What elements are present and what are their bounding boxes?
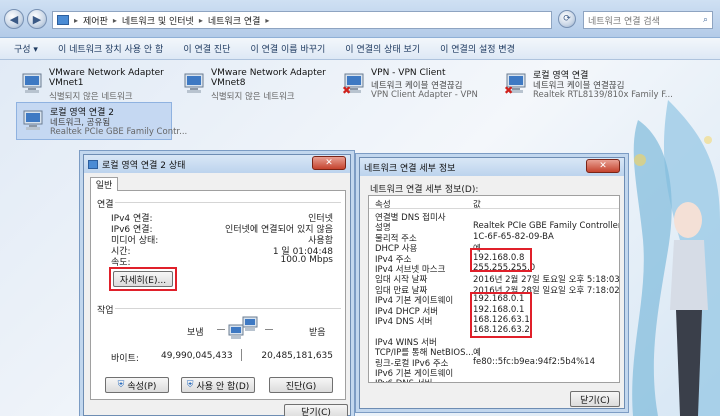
detail-value: fe80::5fc:b9ea:94f2:5b4%14 <box>473 356 595 367</box>
disable-device-button[interactable]: 이 네트워크 장치 사용 안 함 <box>58 42 163 55</box>
dialog-title: 로컬 영역 연결 2 상태 <box>102 160 186 171</box>
detail-property: IPv6 DNS 서버 <box>375 377 432 382</box>
breadcrumb-item[interactable]: 네트워크 연결 <box>208 14 261 27</box>
rename-connection-button[interactable]: 이 연결 이름 바꾸기 <box>250 42 325 55</box>
speed-value: 100.0 Mbps <box>280 255 333 265</box>
adapter-device: Realtek RTL8139/810x Family F... <box>533 90 673 100</box>
close-icon[interactable]: ✕ <box>312 156 346 170</box>
bytes-label: 바이트: <box>111 354 139 364</box>
command-bar: 구성 ▾ 이 네트워크 장치 사용 안 함 이 연결 진단 이 연결 이름 바꾸… <box>0 38 720 60</box>
chevron-right-icon: ▸ <box>74 15 79 25</box>
shield-icon: ⛨ <box>186 380 194 390</box>
shield-icon: ⛨ <box>117 380 125 390</box>
chevron-right-icon: ▸ <box>198 15 203 25</box>
disconnected-icon: ✖ <box>504 84 514 97</box>
back-button[interactable]: ◀ <box>4 9 24 29</box>
diagnose-connection-button[interactable]: 이 연결 진단 <box>183 42 230 55</box>
dialog-titlebar: 로컬 영역 연결 2 상태 <box>84 155 350 173</box>
adapter-vmnet8[interactable]: VMware Network Adapter VMnet8 식별되지 않은 네트… <box>178 66 338 104</box>
status-close-button[interactable]: 닫기(C) <box>284 404 348 416</box>
bytes-sent-value: 49,990,045,433 <box>161 351 233 361</box>
tab-general[interactable]: 일반 <box>90 177 118 191</box>
chevron-right-icon: ▸ <box>265 15 270 25</box>
view-status-button[interactable]: 이 연결의 상태 보기 <box>345 42 420 55</box>
adapter-vpn[interactable]: ✖ VPN - VPN Client 네트워크 케이블 연결끊김 VPN Cli… <box>338 66 498 104</box>
details-close-button[interactable]: 닫기(C) <box>570 391 620 407</box>
wallpaper-character-art <box>632 100 720 416</box>
column-header-value[interactable]: 값 <box>473 198 481 210</box>
disable-button[interactable]: ⛨ 사용 안 함(D) <box>181 377 255 393</box>
network-adapter-icon <box>22 73 42 93</box>
adapter-device: Realtek PCIe GBE Family Contr... <box>50 127 188 137</box>
change-settings-button[interactable]: 이 연결의 설정 변경 <box>440 42 515 55</box>
details-subtitle: 네트워크 연결 세부 정보(D): <box>370 185 479 195</box>
diagnose-button[interactable]: 진단(G) <box>269 377 333 393</box>
sent-label: 보냄 <box>187 328 204 338</box>
search-placeholder: 네트워크 연결 검색 <box>588 16 660 27</box>
network-folder-icon <box>57 15 69 25</box>
activity-section-label: 작업 <box>97 306 114 316</box>
dialog-titlebar: 네트워크 연결 세부 정보 <box>360 158 624 176</box>
network-status-icon <box>88 159 98 169</box>
general-tab-panel: 연결 IPv4 연결: 인터넷 IPv6 연결: 인터넷에 연결되어 있지 않음… <box>90 190 346 400</box>
forward-button[interactable]: ▶ <box>27 9 47 29</box>
column-header-property[interactable]: 속성 <box>375 198 391 210</box>
adapter-status: 식별되지 않은 네트워크 <box>211 92 295 102</box>
refresh-button[interactable]: ⟳ <box>558 10 576 28</box>
detail-property: IPv4 DNS 서버 <box>375 317 433 327</box>
breadcrumb-item[interactable]: 네트워크 및 인터넷 <box>122 14 194 27</box>
breadcrumb[interactable]: ▸ 제어판 ▸ 네트워크 및 인터넷 ▸ 네트워크 연결 ▸ <box>52 11 552 29</box>
adapter-local-area-connection[interactable]: ✖ 로컬 영역 연결 네트워크 케이블 연결끊김 Realtek RTL8139… <box>500 66 673 104</box>
properties-button[interactable]: ⛨ 속성(P) <box>105 377 169 393</box>
address-bar: ◀ ▶ ▸ 제어판 ▸ 네트워크 및 인터넷 ▸ 네트워크 연결 ▸ ⟳ 네트워… <box>0 0 720 38</box>
detail-value: Realtek PCIe GBE Family Controller <box>473 221 620 232</box>
adapter-status: 식별되지 않은 네트워크 <box>49 92 133 102</box>
section-divider <box>115 202 341 203</box>
close-icon[interactable]: ✕ <box>586 159 620 173</box>
details-list[interactable]: 속성 값 연결별 DNS 접미사 설명 Realtek PCIe GBE Famil… <box>368 195 620 383</box>
connection-section-label: 연결 <box>97 200 114 210</box>
section-divider <box>115 308 341 309</box>
adapter-name: VMware Network Adapter VMnet1 <box>49 68 164 88</box>
adapter-name: VPN - VPN Client <box>371 68 446 78</box>
bytes-divider <box>241 349 242 361</box>
dialog-title: 네트워크 연결 세부 정보 <box>364 163 456 174</box>
highlight-box <box>109 267 177 291</box>
disconnected-icon: ✖ <box>342 84 352 97</box>
breadcrumb-item[interactable]: 제어판 <box>83 14 108 27</box>
chevron-right-icon: ▸ <box>112 15 117 25</box>
search-icon: ⌕ <box>702 15 708 25</box>
network-adapter-icon <box>23 110 43 130</box>
highlight-box-ip <box>470 248 532 272</box>
bytes-received-value: 20,485,181,635 <box>261 351 333 361</box>
received-label: 받음 <box>309 328 326 338</box>
organize-menu[interactable]: 구성 ▾ <box>14 42 38 55</box>
detail-value: 1C-6F-65-82-09-BA <box>473 231 554 242</box>
search-input[interactable]: 네트워크 연결 검색 ⌕ <box>583 11 713 29</box>
network-adapter-icon <box>184 73 204 93</box>
network-details-dialog: 네트워크 연결 세부 정보 ✕ 네트워크 연결 세부 정보(D): 속성 값 연… <box>359 157 625 409</box>
activity-computers-icon <box>228 316 258 339</box>
adapter-name: VMware Network Adapter VMnet8 <box>211 68 326 88</box>
list-header: 속성 값 <box>369 196 619 210</box>
received-line <box>265 329 273 330</box>
highlight-box-dns <box>470 292 532 338</box>
adapter-vmnet1[interactable]: VMware Network Adapter VMnet1 식별되지 않은 네트… <box>16 66 176 104</box>
adapter-device: VPN Client Adapter - VPN <box>371 90 478 100</box>
sent-line <box>217 329 225 330</box>
connection-status-dialog: 로컬 영역 연결 2 상태 ✕ 일반 연결 IPv4 연결: 인터넷 IPv6 … <box>83 154 351 416</box>
adapter-local-area-connection-2[interactable]: 로컬 영역 연결 2 네트워크, 공유됨 Realtek PCIe GBE Fa… <box>16 102 187 140</box>
